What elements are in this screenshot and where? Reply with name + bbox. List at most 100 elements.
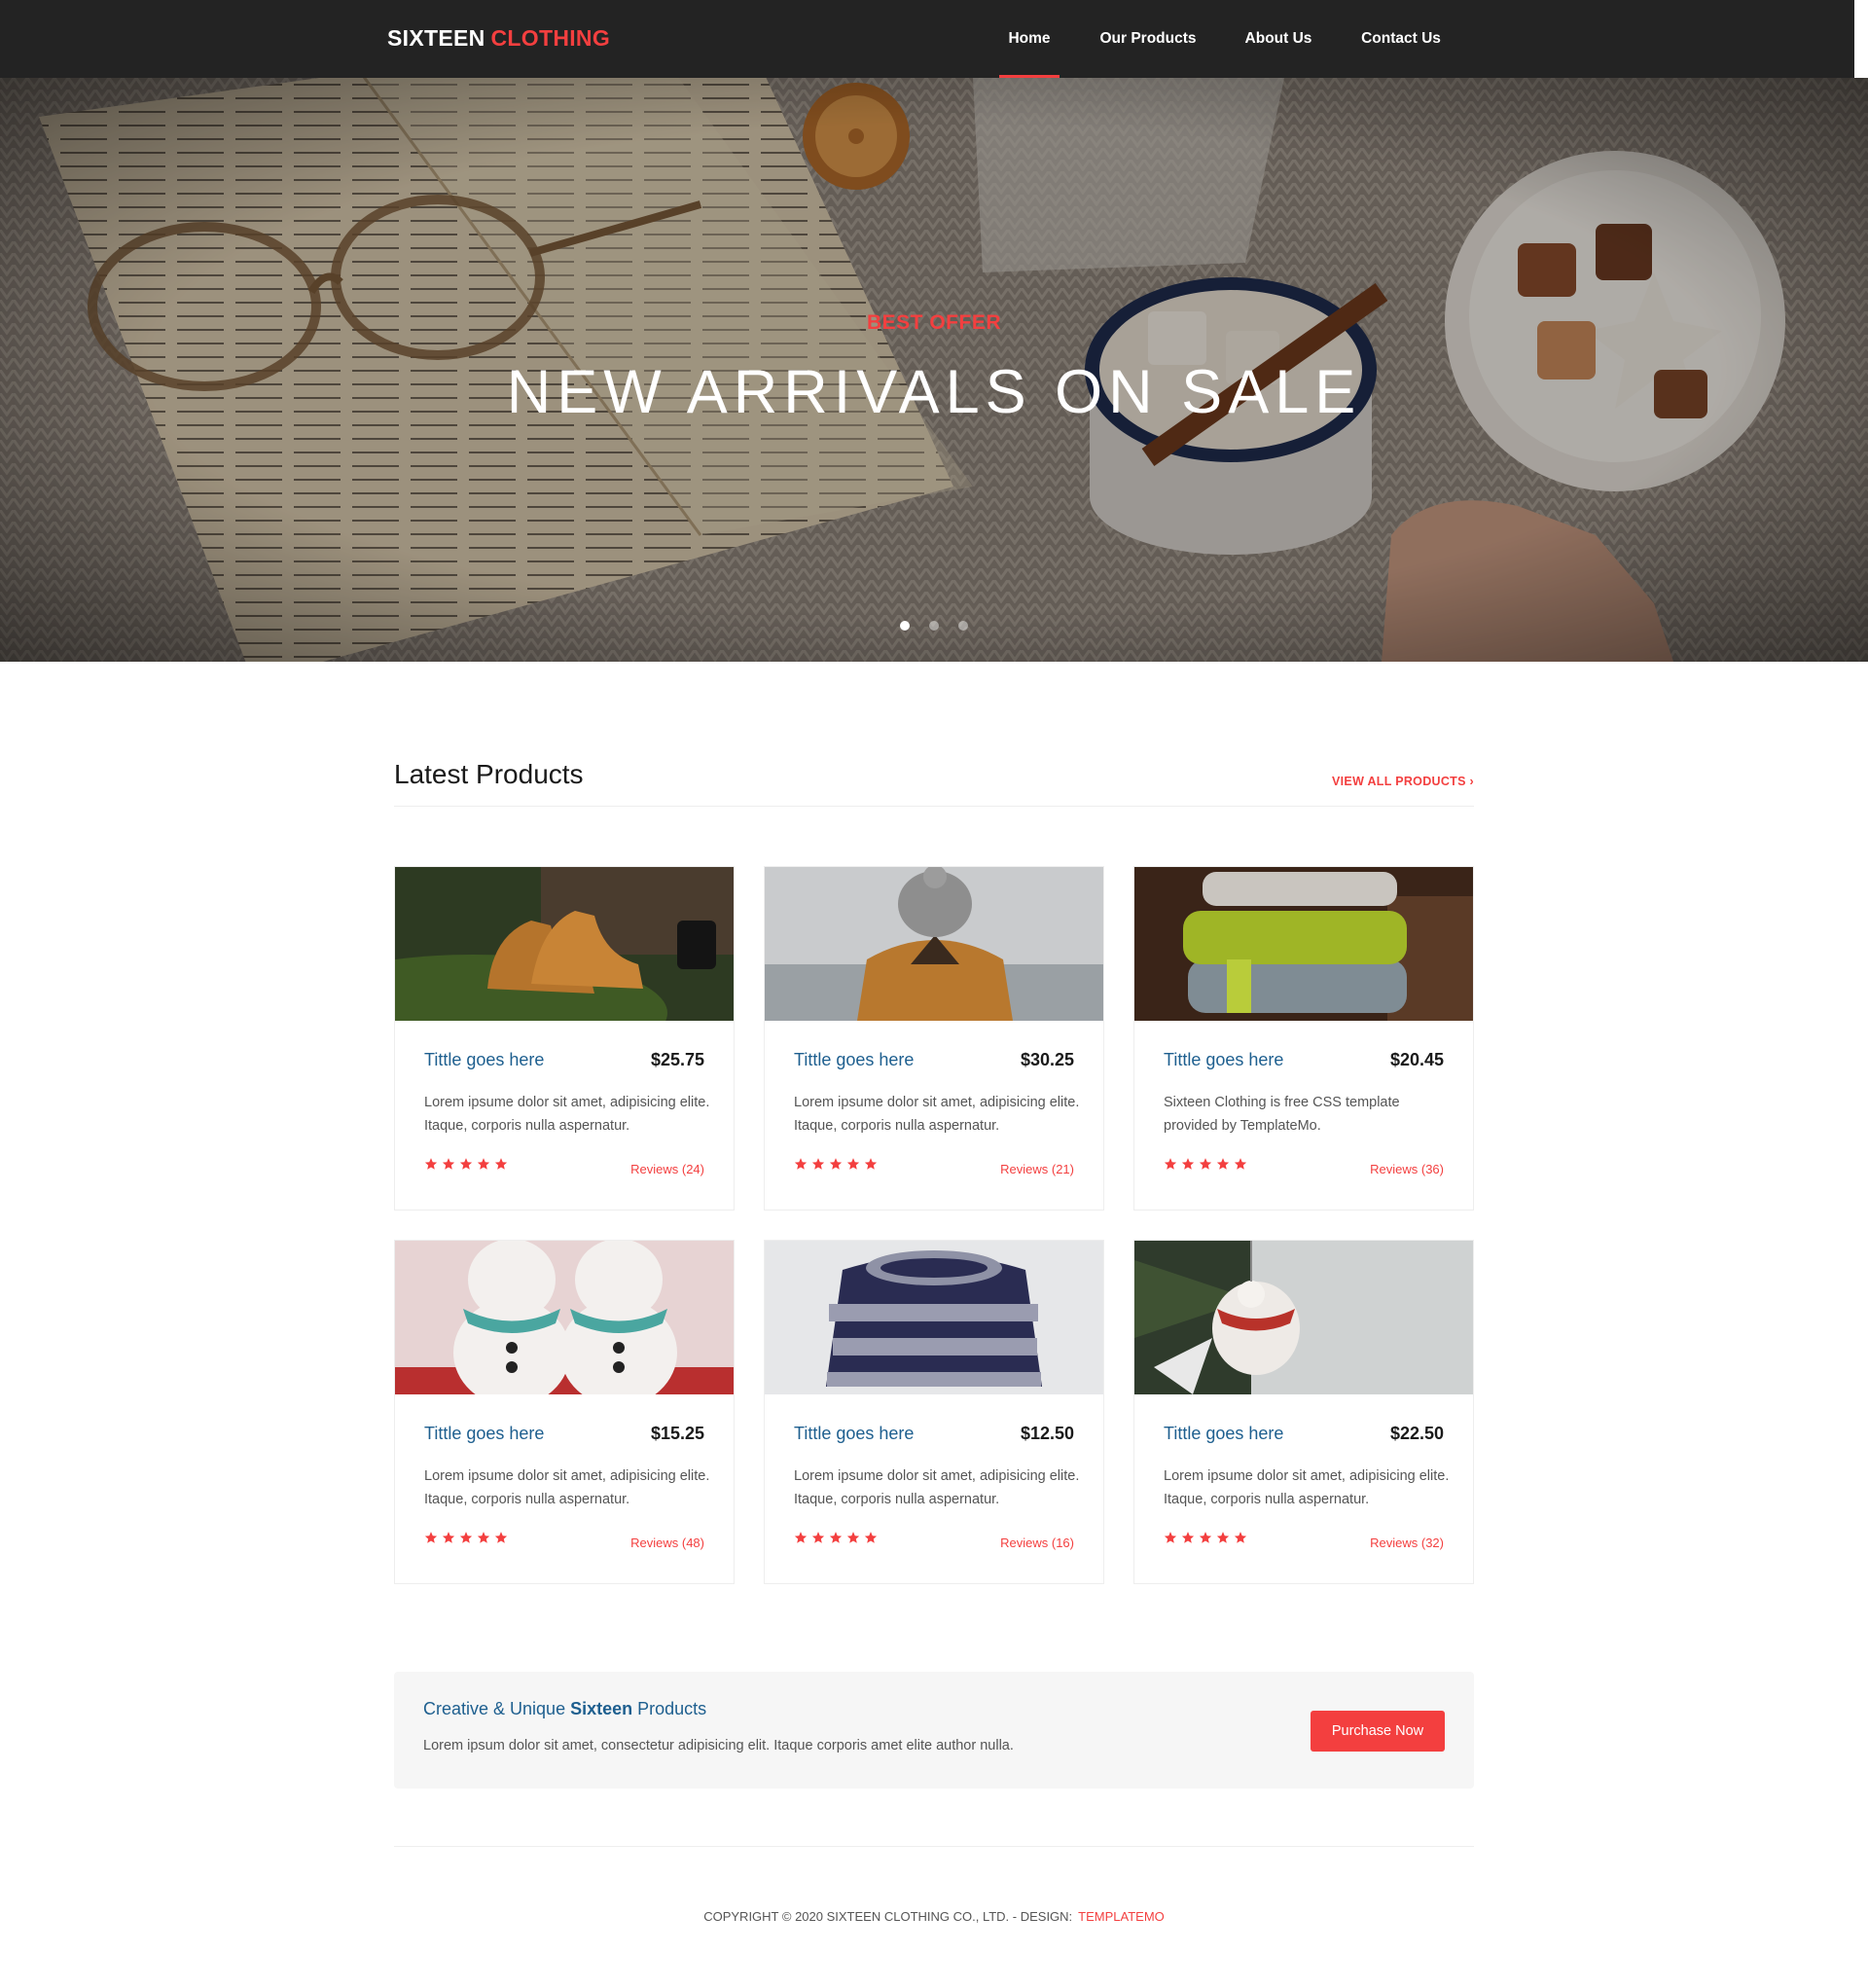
product-image-striped-sweater[interactable] bbox=[765, 1241, 1103, 1394]
cta-title-pre: Creative & Unique bbox=[423, 1699, 566, 1718]
product-card[interactable]: Tittle goes here $12.50 Lorem ipsume dol… bbox=[764, 1240, 1104, 1584]
product-rating bbox=[794, 1531, 878, 1544]
star-icon bbox=[794, 1531, 808, 1544]
footer-divider bbox=[394, 1846, 1474, 1847]
star-icon bbox=[1181, 1531, 1195, 1544]
product-image-hooded-person[interactable] bbox=[765, 867, 1103, 1021]
nav-our-products[interactable]: Our Products bbox=[1097, 0, 1199, 78]
star-icon bbox=[477, 1531, 490, 1544]
product-reviews[interactable]: Reviews (48) bbox=[630, 1536, 704, 1550]
product-card[interactable]: Tittle goes here $15.25 Lorem ipsume dol… bbox=[394, 1240, 735, 1584]
product-card[interactable]: Tittle goes here $20.45 Sixteen Clothing… bbox=[1133, 866, 1474, 1211]
product-price: $15.25 bbox=[650, 1424, 704, 1443]
section-divider bbox=[394, 806, 1474, 807]
star-icon bbox=[494, 1531, 508, 1544]
section-title: Latest Products bbox=[394, 759, 584, 789]
star-icon bbox=[864, 1157, 878, 1171]
star-icon bbox=[1216, 1157, 1230, 1171]
product-image-snowmen[interactable] bbox=[395, 1241, 734, 1394]
star-icon bbox=[1199, 1157, 1212, 1171]
product-price: $25.75 bbox=[650, 1050, 704, 1069]
cta-title: Creative & Unique Sixteen Products bbox=[423, 1699, 706, 1719]
product-description: Lorem ipsume dolor sit amet, adipisicing… bbox=[794, 1095, 1080, 1134]
star-icon bbox=[1216, 1531, 1230, 1544]
star-icon bbox=[424, 1157, 438, 1171]
product-price: $30.25 bbox=[1020, 1050, 1074, 1069]
nav-home[interactable]: Home bbox=[999, 0, 1060, 78]
call-to-action-box: Creative & Unique Sixteen Products Lorem… bbox=[394, 1672, 1474, 1789]
product-title[interactable]: Tittle goes here bbox=[794, 1050, 914, 1070]
top-navbar: SIXTEEN CLOTHING Home Our Products About … bbox=[0, 0, 1854, 78]
product-description: Sixteen Clothing is free CSS template pr… bbox=[1164, 1095, 1400, 1134]
nav-about-us[interactable]: About Us bbox=[1243, 0, 1313, 78]
product-price: $12.50 bbox=[1020, 1424, 1074, 1443]
cta-text: Lorem ipsum dolor sit amet, consectetur … bbox=[423, 1738, 1014, 1753]
product-rating bbox=[1164, 1157, 1247, 1171]
star-icon bbox=[1199, 1531, 1212, 1544]
product-price: $22.50 bbox=[1389, 1424, 1444, 1443]
copyright-text: COPYRIGHT © 2020 SIXTEEN CLOTHING CO., L… bbox=[703, 1909, 1073, 1924]
product-card[interactable]: Tittle goes here $30.25 Lorem ipsume dol… bbox=[764, 866, 1104, 1211]
product-description: Lorem ipsume dolor sit amet, adipisicing… bbox=[424, 1095, 710, 1134]
product-title[interactable]: Tittle goes here bbox=[1164, 1050, 1283, 1070]
carousel-dot-2[interactable] bbox=[929, 621, 939, 631]
star-icon bbox=[1234, 1531, 1247, 1544]
brand-word-1: SIXTEEN bbox=[387, 25, 485, 51]
product-reviews[interactable]: Reviews (16) bbox=[1000, 1536, 1074, 1550]
cta-title-bold: Sixteen bbox=[570, 1699, 633, 1718]
product-description: Lorem ipsume dolor sit amet, adipisicing… bbox=[424, 1468, 710, 1507]
page-edge bbox=[1854, 0, 1868, 78]
templatemo-link[interactable]: TEMPLATEMO bbox=[1078, 1909, 1165, 1924]
product-reviews[interactable]: Reviews (21) bbox=[1000, 1162, 1074, 1176]
product-image-boots[interactable] bbox=[395, 867, 734, 1021]
star-icon bbox=[846, 1531, 860, 1544]
brand-logo[interactable]: SIXTEEN CLOTHING bbox=[387, 25, 610, 52]
star-icon bbox=[811, 1157, 825, 1171]
product-rating bbox=[424, 1531, 508, 1544]
product-image-bird-ornament[interactable] bbox=[1134, 1241, 1473, 1394]
star-icon bbox=[1181, 1157, 1195, 1171]
product-rating bbox=[794, 1157, 878, 1171]
brand-word-2: CLOTHING bbox=[490, 25, 611, 51]
star-icon bbox=[459, 1531, 473, 1544]
product-title[interactable]: Tittle goes here bbox=[794, 1424, 914, 1444]
hero-title: NEW ARRIVALS ON SALE bbox=[506, 358, 1362, 426]
footer: COPYRIGHT © 2020 SIXTEEN CLOTHING CO., L… bbox=[0, 1909, 1868, 1924]
star-icon bbox=[459, 1157, 473, 1171]
product-rating bbox=[1164, 1531, 1247, 1544]
star-icon bbox=[864, 1531, 878, 1544]
carousel-dots bbox=[0, 621, 1868, 633]
product-card[interactable]: Tittle goes here $22.50 Lorem ipsume dol… bbox=[1133, 1240, 1474, 1584]
product-card[interactable]: Tittle goes here $25.75 Lorem ipsume dol… bbox=[394, 866, 735, 1211]
product-price: $20.45 bbox=[1389, 1050, 1444, 1069]
star-icon bbox=[829, 1157, 843, 1171]
product-title[interactable]: Tittle goes here bbox=[1164, 1424, 1283, 1444]
nav-contact-us[interactable]: Contact Us bbox=[1357, 0, 1445, 78]
star-icon bbox=[442, 1531, 455, 1544]
product-title[interactable]: Tittle goes here bbox=[424, 1424, 544, 1444]
carousel-dot-1[interactable] bbox=[900, 621, 910, 631]
product-title[interactable]: Tittle goes here bbox=[424, 1050, 544, 1070]
hero-banner: BEST OFFER NEW ARRIVALS ON SALE bbox=[0, 78, 1868, 662]
product-reviews[interactable]: Reviews (36) bbox=[1370, 1162, 1444, 1176]
product-reviews[interactable]: Reviews (32) bbox=[1370, 1536, 1444, 1550]
hero-eyebrow: BEST OFFER bbox=[866, 311, 1001, 334]
star-icon bbox=[811, 1531, 825, 1544]
star-icon bbox=[1164, 1531, 1177, 1544]
star-icon bbox=[424, 1531, 438, 1544]
view-all-products-link[interactable]: VIEW ALL PRODUCTS › bbox=[1332, 775, 1474, 788]
star-icon bbox=[794, 1157, 808, 1171]
product-description: Lorem ipsume dolor sit amet, adipisicing… bbox=[794, 1468, 1080, 1507]
product-description: Lorem ipsume dolor sit amet, adipisicing… bbox=[1164, 1468, 1450, 1507]
star-icon bbox=[477, 1157, 490, 1171]
product-reviews[interactable]: Reviews (24) bbox=[630, 1162, 704, 1176]
purchase-now-button[interactable]: Purchase Now bbox=[1311, 1711, 1445, 1752]
cta-title-post: Products bbox=[637, 1699, 707, 1718]
product-image-folded-knits[interactable] bbox=[1134, 867, 1473, 1021]
star-icon bbox=[829, 1531, 843, 1544]
star-icon bbox=[442, 1157, 455, 1171]
star-icon bbox=[846, 1157, 860, 1171]
product-rating bbox=[424, 1157, 508, 1171]
carousel-dot-3[interactable] bbox=[958, 621, 968, 631]
star-icon bbox=[494, 1157, 508, 1171]
